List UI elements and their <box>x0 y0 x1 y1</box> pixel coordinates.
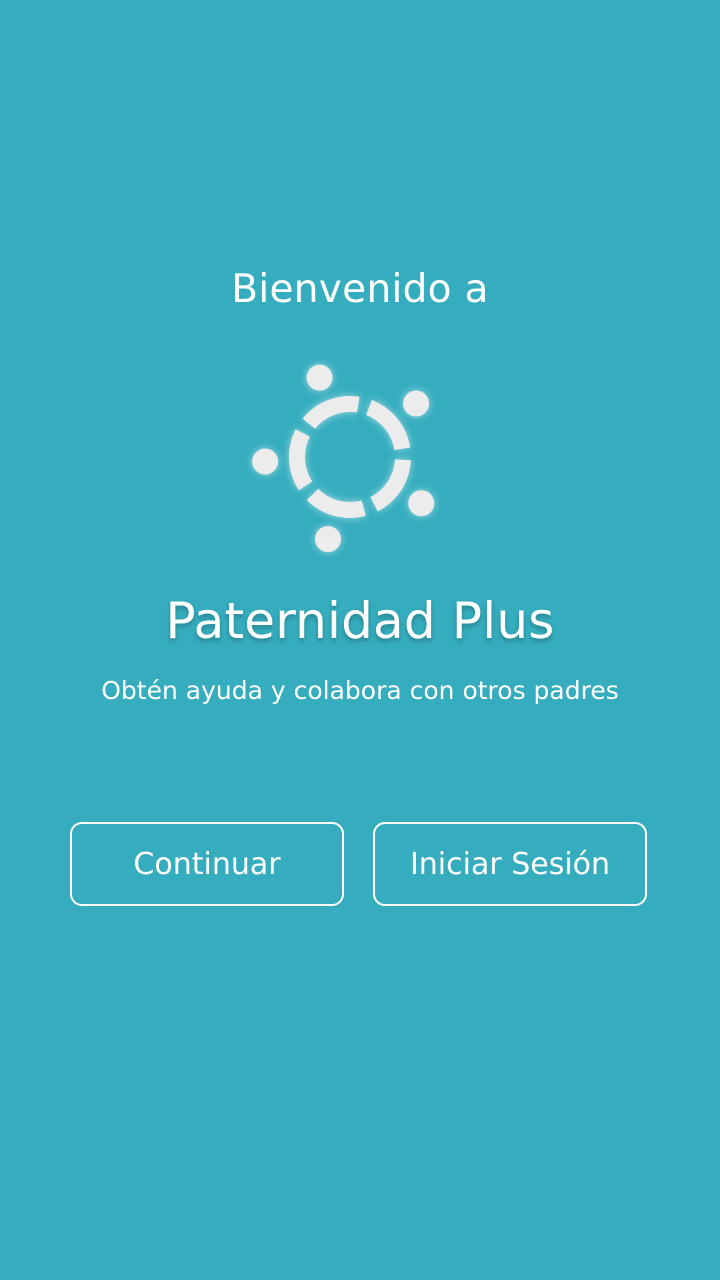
logo-figure-head <box>306 364 333 391</box>
welcome-heading: Bienvenido a <box>231 267 489 312</box>
logo-figure-head <box>315 526 342 553</box>
logo-figure-head <box>403 390 430 417</box>
continue-button[interactable]: Continuar <box>70 822 344 906</box>
login-button[interactable]: Iniciar Sesión <box>373 822 647 906</box>
welcome-screen: Bienvenido a Paternidad Plus Obtén ayuda… <box>0 0 720 1280</box>
logo-figure-body <box>302 396 360 429</box>
logo-figure-body <box>289 429 313 491</box>
app-tagline: Obtén ayuda y colabora con otros padres <box>101 676 619 705</box>
community-circle-icon <box>252 362 445 553</box>
logo-figure-head <box>252 448 279 475</box>
logo-figure-body <box>370 459 411 512</box>
app-title: Paternidad Plus <box>165 592 555 650</box>
logo-figure-body <box>366 400 411 450</box>
logo-figure-body <box>306 488 366 518</box>
logo-figure-head <box>408 490 435 517</box>
